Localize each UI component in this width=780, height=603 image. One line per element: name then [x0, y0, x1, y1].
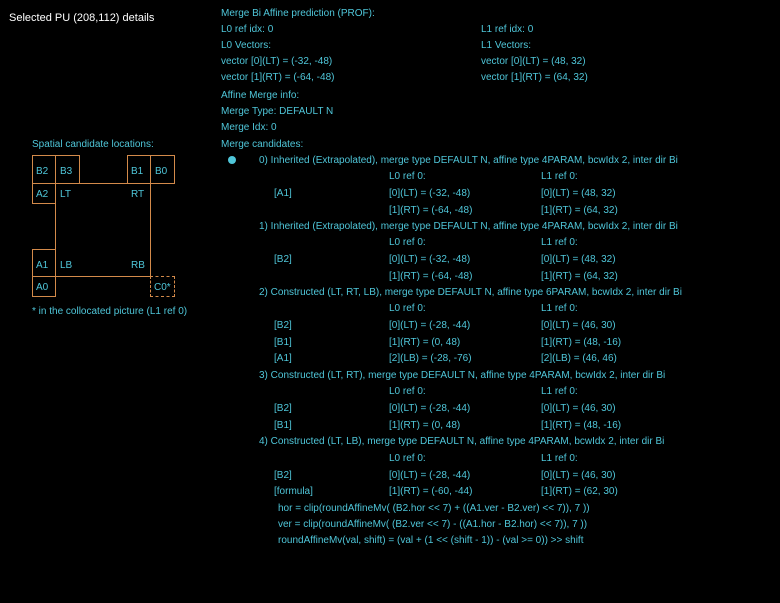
merge-idx: Merge Idx: 0	[221, 122, 277, 133]
candidate-0-row-1-l1: [1](RT) = (64, 32)	[541, 205, 618, 216]
formula-round: roundAffineMv(val, shift) = (val + (1 <<…	[278, 535, 584, 546]
affine-merge-info: Affine Merge info:	[221, 90, 300, 101]
l0-vector-1: vector [1](RT) = (-64, -48)	[221, 72, 335, 83]
candidate-0-l1-ref: L1 ref 0:	[541, 171, 578, 182]
candidate-1-l1-ref: L1 ref 0:	[541, 237, 578, 248]
candidate-2-row-1-l1: [1](RT) = (48, -16)	[541, 337, 622, 348]
candidate-2-row-2-label: [A1]	[274, 353, 292, 364]
candidate-1-row-0-l1: [0](LT) = (48, 32)	[541, 254, 616, 265]
candidate-2-row-1-l0: [1](RT) = (0, 48)	[389, 337, 461, 348]
prediction-header: Merge Bi Affine prediction (PROF):	[221, 8, 375, 19]
l0-ref-idx: L0 ref idx: 0	[221, 24, 274, 35]
label-a1: A1	[36, 260, 49, 271]
l1-vector-0: vector [0](LT) = (48, 32)	[481, 56, 586, 67]
candidate-3-header: 3) Constructed (LT, RT), merge type DEFA…	[259, 370, 666, 381]
candidate-0-row-1-l0: [1](RT) = (-64, -48)	[389, 205, 473, 216]
label-lt: LT	[60, 189, 71, 200]
candidate-1-row-0-l0: [0](LT) = (-32, -48)	[389, 254, 471, 265]
label-b1: B1	[131, 166, 144, 177]
candidate-0-row-0-label: [A1]	[274, 188, 292, 199]
spatial-title: Spatial candidate locations:	[32, 139, 154, 150]
label-a2: A2	[36, 189, 49, 200]
label-b0: B0	[155, 166, 168, 177]
candidate-0-header: 0) Inherited (Extrapolated), merge type …	[259, 155, 678, 166]
selected-candidate-icon	[228, 156, 236, 164]
l1-vectors-label: L1 Vectors:	[481, 40, 532, 51]
candidate-3-l0-ref: L0 ref 0:	[389, 386, 426, 397]
candidate-1-row-1-l1: [1](RT) = (64, 32)	[541, 271, 618, 282]
candidate-4-header: 4) Constructed (LT, LB), merge type DEFA…	[259, 436, 665, 447]
label-b3: B3	[60, 166, 73, 177]
candidate-3-row-1-l1: [1](RT) = (48, -16)	[541, 420, 622, 431]
candidate-2-row-2-l1: [2](LB) = (46, 46)	[541, 353, 617, 364]
l1-ref-idx: L1 ref idx: 0	[481, 24, 534, 35]
candidate-4-row-1-l1: [1](RT) = (62, 30)	[541, 486, 618, 497]
candidate-2-row-2-l0: [2](LB) = (-28, -76)	[389, 353, 472, 364]
candidate-2-row-0-l1: [0](LT) = (46, 30)	[541, 320, 616, 331]
candidate-4-row-1-label: [formula]	[274, 486, 313, 497]
candidate-4-row-0-label: [B2]	[274, 470, 292, 481]
l0-vector-0: vector [0](LT) = (-32, -48)	[221, 56, 333, 67]
formula-ver: ver = clip(roundAffineMv( (B2.ver << 7) …	[278, 519, 588, 530]
candidate-4-row-0-l1: [0](LT) = (46, 30)	[541, 470, 616, 481]
label-rb: RB	[131, 260, 145, 271]
l1-vector-1: vector [1](RT) = (64, 32)	[481, 72, 588, 83]
label-lb: LB	[60, 260, 73, 271]
merge-type: Merge Type: DEFAULT N	[221, 106, 334, 117]
candidate-1-header: 1) Inherited (Extrapolated), merge type …	[259, 221, 678, 232]
candidate-2-row-0-l0: [0](LT) = (-28, -44)	[389, 320, 471, 331]
candidate-3-l1-ref: L1 ref 0:	[541, 386, 578, 397]
panel-title: Selected PU (208,112) details	[9, 12, 155, 24]
candidate-0-row-0-l1: [0](LT) = (48, 32)	[541, 188, 616, 199]
candidate-0-row-0-l0: [0](LT) = (-32, -48)	[389, 188, 471, 199]
collocated-note: * in the collocated picture (L1 ref 0)	[32, 306, 188, 317]
candidate-2-row-1-label: [B1]	[274, 337, 292, 348]
label-b2: B2	[36, 166, 49, 177]
candidate-1-row-1-l0: [1](RT) = (-64, -48)	[389, 271, 473, 282]
candidate-3-row-1-l0: [1](RT) = (0, 48)	[389, 420, 461, 431]
candidate-3-row-0-l0: [0](LT) = (-28, -44)	[389, 403, 471, 414]
merge-candidates-label: Merge candidates:	[221, 139, 304, 150]
candidate-4-l0-ref: L0 ref 0:	[389, 453, 426, 464]
label-a0: A0	[36, 282, 49, 293]
candidate-2-header: 2) Constructed (LT, RT, LB), merge type …	[259, 287, 682, 298]
candidate-3-row-1-label: [B1]	[274, 420, 292, 431]
formula-hor: hor = clip(roundAffineMv( (B2.hor << 7) …	[278, 503, 590, 514]
candidate-1-row-0-label: [B2]	[274, 254, 292, 265]
label-rt: RT	[131, 189, 145, 200]
candidate-3-row-0-label: [B2]	[274, 403, 292, 414]
label-c0: C0*	[154, 282, 171, 293]
candidate-3-row-0-l1: [0](LT) = (46, 30)	[541, 403, 616, 414]
candidate-4-row-0-l0: [0](LT) = (-28, -44)	[389, 470, 471, 481]
candidate-0-l0-ref: L0 ref 0:	[389, 171, 426, 182]
candidate-4-l1-ref: L1 ref 0:	[541, 453, 578, 464]
candidate-1-l0-ref: L0 ref 0:	[389, 237, 426, 248]
candidate-2-l0-ref: L0 ref 0:	[389, 303, 426, 314]
candidate-4-row-1-l0: [1](RT) = (-60, -44)	[389, 486, 473, 497]
candidate-2-row-0-label: [B2]	[274, 320, 292, 331]
candidate-2-l1-ref: L1 ref 0:	[541, 303, 578, 314]
l0-vectors-label: L0 Vectors:	[221, 40, 272, 51]
